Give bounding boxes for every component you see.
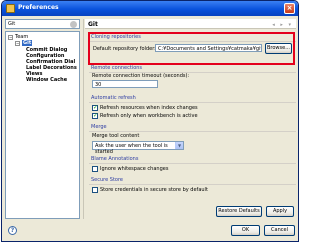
timeout-input[interactable]: 30 <box>92 80 158 88</box>
ignore-whitespace-label[interactable]: Ignore whitespace changes <box>100 166 168 172</box>
auto-refresh-group-header: Automatic refresh <box>91 95 136 101</box>
group-divider <box>89 184 296 185</box>
filter-text: Git <box>8 21 16 27</box>
pane-divider[interactable] <box>83 19 84 219</box>
blame-group: Blame Annotations Ignore whitespace chan… <box>89 156 296 174</box>
ok-button[interactable]: OK <box>231 225 260 236</box>
group-divider <box>89 131 296 132</box>
collapse-git-icon[interactable]: − <box>15 41 20 46</box>
title-bar[interactable]: Preferences × <box>2 1 298 16</box>
merge-group: Merge Merge tool content Ask the user wh… <box>89 124 296 155</box>
refresh-on-index-label[interactable]: Refresh resources when index changes <box>100 105 198 111</box>
preferences-window: Preferences × Git − Team − Git Commit Di… <box>1 0 299 242</box>
collapse-team-icon[interactable]: − <box>8 35 13 40</box>
navigation-arrows-icon[interactable]: ◂ ▸ ▾ <box>272 22 293 28</box>
filter-input[interactable]: Git <box>5 19 80 29</box>
restore-defaults-button[interactable]: Restore Defaults <box>216 206 262 217</box>
secure-store-checkbox[interactable] <box>92 187 98 193</box>
page-header: Git ◂ ▸ ▾ <box>85 19 296 29</box>
secure-store-group-header: Secure Store <box>91 177 123 183</box>
secure-store-group: Secure Store Store credentials in secure… <box>89 177 296 195</box>
preference-tree-pane: Git − Team − Git Commit Dialog Configura… <box>5 19 82 219</box>
group-divider <box>89 102 296 103</box>
ignore-whitespace-checkbox[interactable] <box>92 166 98 172</box>
preference-tree: − Team − Git Commit Dialog Configuration… <box>5 31 80 219</box>
tree-item-git[interactable]: Git <box>22 40 33 46</box>
cancel-button[interactable]: Cancel <box>264 225 295 236</box>
merge-tool-select[interactable]: Ask the user when the tool is started ▼ <box>92 141 184 155</box>
blame-group-header: Blame Annotations <box>91 156 139 162</box>
tree-item-window-cache[interactable]: Window Cache <box>26 77 67 83</box>
highlight-box <box>88 32 295 65</box>
refresh-on-index-checkbox[interactable] <box>92 104 98 111</box>
preference-page: Git ◂ ▸ ▾ Cloning repositories Default r… <box>85 19 298 219</box>
auto-refresh-group: Automatic refresh Refresh resources when… <box>89 95 296 121</box>
group-divider <box>89 163 296 164</box>
secure-store-label[interactable]: Store credentials in secure store by def… <box>100 187 208 193</box>
preferences-icon <box>6 4 15 13</box>
close-button[interactable]: × <box>284 3 295 14</box>
apply-button[interactable]: Apply <box>266 206 294 217</box>
remote-group: Remote connections Remote connection tim… <box>89 65 296 91</box>
merge-tool-value: Ask the user when the tool is started <box>95 143 168 155</box>
merge-group-header: Merge <box>91 124 107 130</box>
clear-filter-icon[interactable] <box>70 21 77 28</box>
chevron-down-icon[interactable]: ▼ <box>175 142 183 149</box>
refresh-workbench-checkbox[interactable] <box>92 112 98 119</box>
help-icon[interactable]: ? <box>8 226 17 235</box>
remote-group-header: Remote connections <box>91 65 143 71</box>
window-title: Preferences <box>18 4 59 11</box>
page-title: Git <box>88 21 98 28</box>
refresh-workbench-label[interactable]: Refresh only when workbench is active <box>100 113 198 119</box>
timeout-label: Remote connection timeout (seconds): <box>92 73 190 79</box>
merge-tool-label: Merge tool content <box>92 133 140 139</box>
